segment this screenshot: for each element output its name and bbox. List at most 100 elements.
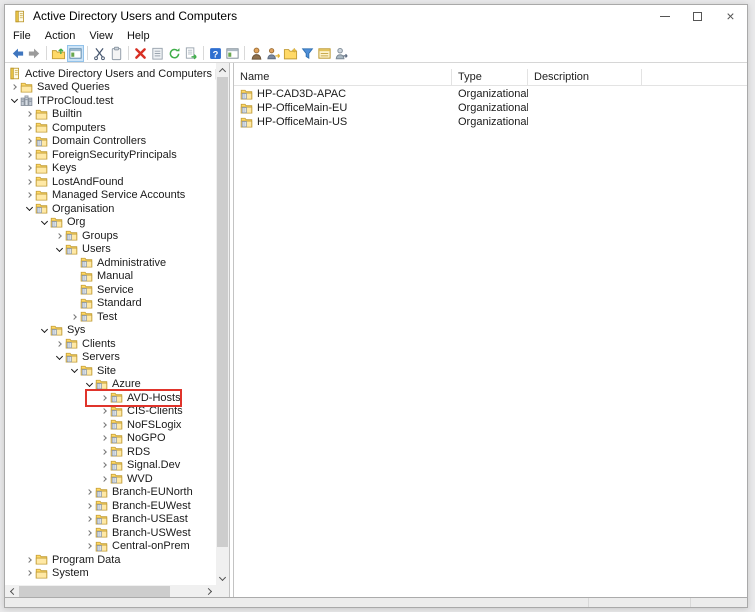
refresh-button[interactable] (166, 45, 183, 62)
tree-item-branch-uswest[interactable]: Branch-USWest (5, 526, 216, 540)
tree-item-nofslogix[interactable]: NoFSLogix (5, 418, 216, 432)
tree-item-cis-clients[interactable]: CIS-Clients (5, 405, 216, 419)
horizontal-scroll-thumb[interactable] (19, 586, 170, 597)
tree-item-site[interactable]: Site (5, 364, 216, 378)
expand-chevron-icon[interactable] (98, 463, 110, 467)
tree-item-groups[interactable]: Groups (5, 229, 216, 243)
column-header-type[interactable]: Type (452, 69, 528, 85)
expand-chevron-icon[interactable] (53, 342, 65, 346)
list-item-hp-officemain-us[interactable]: HP-OfficeMain-USOrganizational... (234, 115, 747, 129)
menu-view[interactable]: View (82, 29, 120, 43)
collapse-chevron-icon[interactable] (38, 329, 50, 332)
expand-chevron-icon[interactable] (23, 126, 35, 130)
tree-item-foreignsecurityprincipals[interactable]: ForeignSecurityPrincipals (5, 148, 216, 162)
console-window-button[interactable] (224, 45, 241, 62)
find-user-button[interactable] (333, 45, 350, 62)
tree-item-users[interactable]: Users (5, 243, 216, 257)
tree-item-domain-controllers[interactable]: Domain Controllers (5, 135, 216, 149)
expand-chevron-icon[interactable] (83, 531, 95, 535)
expand-chevron-icon[interactable] (83, 517, 95, 521)
cut-button[interactable] (91, 45, 108, 62)
expand-chevron-icon[interactable] (23, 153, 35, 157)
up-one-level-button[interactable] (50, 45, 67, 62)
properties-button[interactable] (149, 45, 166, 62)
expand-chevron-icon[interactable] (23, 193, 35, 197)
tree-item-active-directory-users-and-computers-ads01-iti[interactable]: Active Directory Users and Computers [AD… (5, 67, 216, 81)
expand-chevron-icon[interactable] (98, 450, 110, 454)
expand-chevron-icon[interactable] (23, 166, 35, 170)
show-console-tree-button[interactable] (67, 45, 84, 62)
maximize-button[interactable] (681, 5, 714, 27)
expand-chevron-icon[interactable] (68, 315, 80, 319)
expand-chevron-icon[interactable] (98, 423, 110, 427)
forward-button[interactable] (26, 45, 43, 62)
tree-item-system[interactable]: System (5, 567, 216, 581)
column-header-name[interactable]: Name (234, 69, 452, 85)
collapse-chevron-icon[interactable] (53, 356, 65, 359)
expand-chevron-icon[interactable] (83, 490, 95, 494)
new-group-button[interactable] (265, 45, 282, 62)
expand-chevron-icon[interactable] (23, 180, 35, 184)
tree-item-azure[interactable]: Azure (5, 378, 216, 392)
tree-item-itprocloud-test[interactable]: ITProCloud.test (5, 94, 216, 108)
expand-chevron-icon[interactable] (98, 436, 110, 440)
expand-chevron-icon[interactable] (23, 558, 35, 562)
tree-item-central-onprem[interactable]: Central-onPrem (5, 540, 216, 554)
tree-item-clients[interactable]: Clients (5, 337, 216, 351)
tree-item-keys[interactable]: Keys (5, 162, 216, 176)
scroll-up-button[interactable] (216, 63, 229, 76)
expand-chevron-icon[interactable] (98, 409, 110, 413)
vertical-scroll-thumb[interactable] (217, 77, 228, 547)
tree-item-builtin[interactable]: Builtin (5, 108, 216, 122)
tree-vertical-scrollbar[interactable] (216, 63, 229, 585)
list-item-hp-officemain-eu[interactable]: HP-OfficeMain-EUOrganizational... (234, 101, 747, 115)
collapse-chevron-icon[interactable] (23, 207, 35, 210)
list-item-hp-cad3d-apac[interactable]: HP-CAD3D-APACOrganizational... (234, 87, 747, 101)
paste-button[interactable] (108, 45, 125, 62)
tree-item-servers[interactable]: Servers (5, 351, 216, 365)
close-button[interactable]: × (714, 5, 747, 27)
expand-chevron-icon[interactable] (53, 234, 65, 238)
tree-item-saved-queries[interactable]: Saved Queries (5, 81, 216, 95)
new-ou-button[interactable] (282, 45, 299, 62)
column-header-description[interactable]: Description (528, 69, 642, 85)
tree-item-branch-useast[interactable]: Branch-USEast (5, 513, 216, 527)
expand-chevron-icon[interactable] (23, 139, 35, 143)
tree-item-org[interactable]: Org (5, 216, 216, 230)
help-button[interactable]: ? (207, 45, 224, 62)
tree-item-nogpo[interactable]: NoGPO (5, 432, 216, 446)
expand-chevron-icon[interactable] (98, 396, 110, 400)
new-user-button[interactable] (248, 45, 265, 62)
expand-chevron-icon[interactable] (98, 477, 110, 481)
collapse-chevron-icon[interactable] (8, 99, 20, 102)
collapse-chevron-icon[interactable] (38, 221, 50, 224)
tree-item-standard[interactable]: Standard (5, 297, 216, 311)
back-button[interactable] (9, 45, 26, 62)
expand-chevron-icon[interactable] (83, 544, 95, 548)
collapse-chevron-icon[interactable] (53, 248, 65, 251)
filter-button[interactable] (299, 45, 316, 62)
tree-item-signal-dev[interactable]: Signal.Dev (5, 459, 216, 473)
delete-button[interactable] (132, 45, 149, 62)
tree-item-administrative[interactable]: Administrative (5, 256, 216, 270)
tree-item-organisation[interactable]: Organisation (5, 202, 216, 216)
collapse-chevron-icon[interactable] (68, 369, 80, 372)
expand-chevron-icon[interactable] (23, 571, 35, 575)
tree-item-avd-hosts[interactable]: AVD-Hosts (5, 391, 216, 405)
tree-item-program-data[interactable]: Program Data (5, 553, 216, 567)
saved-queries-button[interactable] (316, 45, 333, 62)
tree-item-managed-service-accounts[interactable]: Managed Service Accounts (5, 189, 216, 203)
tree-item-sys[interactable]: Sys (5, 324, 216, 338)
tree-item-service[interactable]: Service (5, 283, 216, 297)
tree-item-rds[interactable]: RDS (5, 445, 216, 459)
tree-item-test[interactable]: Test (5, 310, 216, 324)
menu-help[interactable]: Help (120, 29, 157, 43)
menu-action[interactable]: Action (38, 29, 83, 43)
collapse-chevron-icon[interactable] (83, 383, 95, 386)
tree-item-branch-eunorth[interactable]: Branch-EUNorth (5, 486, 216, 500)
minimize-button[interactable] (648, 5, 681, 27)
tree-item-manual[interactable]: Manual (5, 270, 216, 284)
scroll-down-button[interactable] (216, 572, 229, 585)
tree-item-computers[interactable]: Computers (5, 121, 216, 135)
tree-item-wvd[interactable]: WVD (5, 472, 216, 486)
